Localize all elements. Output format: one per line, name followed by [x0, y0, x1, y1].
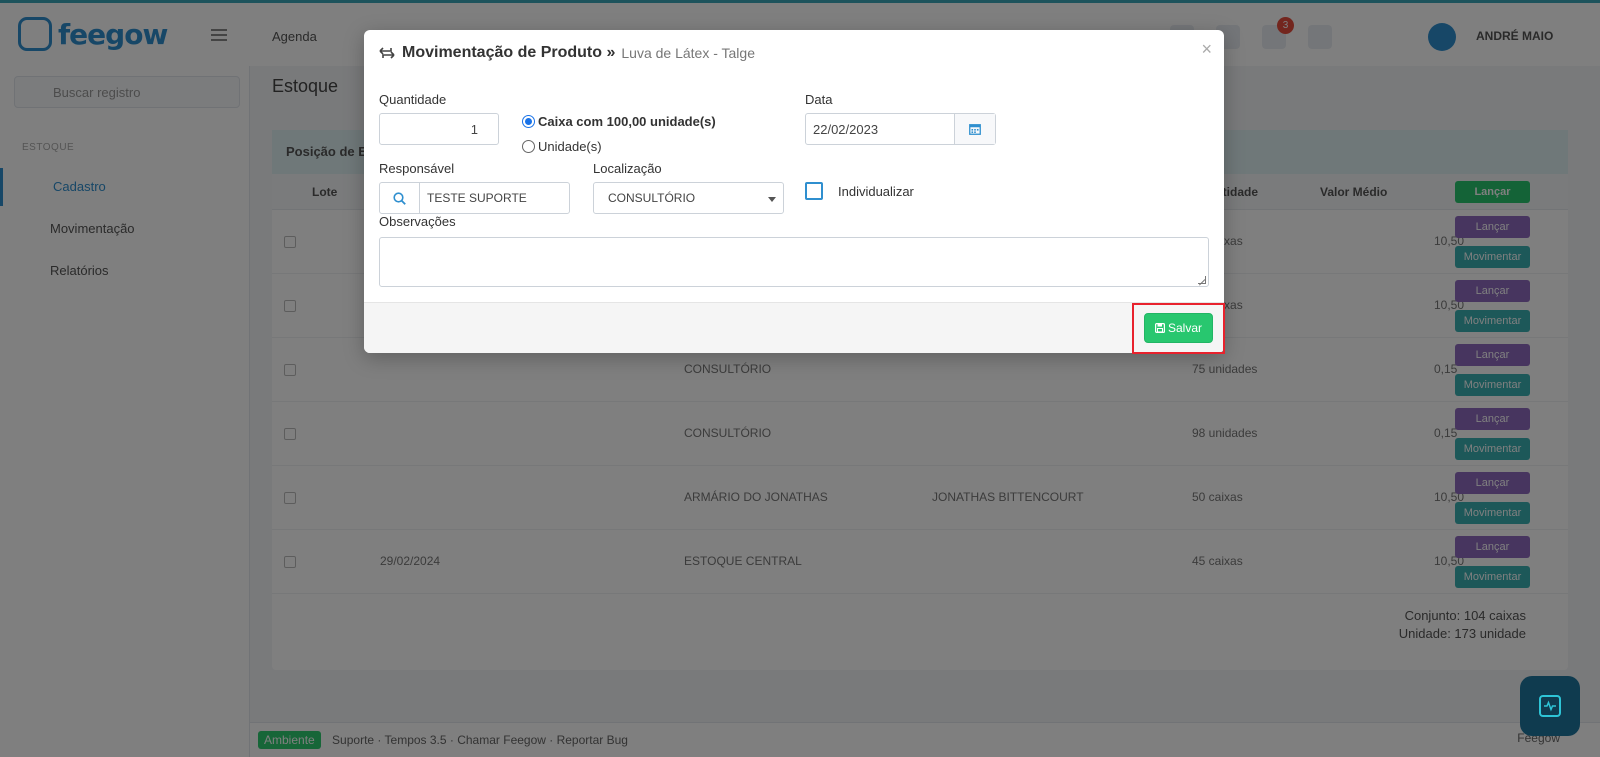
close-button[interactable]: × — [1201, 40, 1212, 58]
modal-footer: Salvar — [364, 302, 1225, 354]
search-icon — [393, 191, 406, 205]
modal-subtitle: Luva de Látex - Talge — [621, 45, 755, 61]
responsible-field: TESTE SUPORTE — [379, 182, 570, 214]
notes-label: Observações — [379, 214, 456, 229]
modal-header: Movimentação de Produto » Luva de Látex … — [378, 44, 755, 62]
radio-option-unit[interactable]: Unidade(s) — [522, 139, 602, 154]
responsible-label: Responsável — [379, 161, 455, 176]
swap-arrows-icon — [379, 47, 395, 59]
location-select-value: CONSULTÓRIO — [608, 191, 696, 205]
resize-handle-icon[interactable] — [1198, 276, 1206, 284]
save-button[interactable]: Salvar — [1144, 313, 1213, 343]
floppy-disk-icon — [1154, 323, 1165, 333]
responsible-input[interactable]: TESTE SUPORTE — [420, 183, 527, 213]
calendar-button[interactable] — [955, 114, 995, 144]
quantity-label: Quantidade — [379, 92, 447, 107]
date-field: 22/02/2023 — [805, 113, 996, 145]
radio-single-unit[interactable] — [522, 140, 535, 153]
quantity-input[interactable]: 1 — [379, 113, 499, 145]
date-label: Data — [805, 92, 833, 107]
calendar-icon — [969, 124, 982, 135]
movement-modal: Movimentação de Produto » Luva de Látex … — [364, 30, 1225, 354]
modal-title: Movimentação de Produto » — [402, 44, 616, 61]
location-label: Localização — [593, 161, 662, 176]
radio-box-unit[interactable] — [522, 115, 535, 128]
radio-box-label: Caixa com 100,00 unidade(s) — [538, 114, 716, 129]
chevron-down-icon — [768, 197, 776, 202]
radio-unit-label: Unidade(s) — [538, 139, 602, 154]
support-chat-button[interactable] — [1520, 676, 1580, 736]
radio-option-box[interactable]: Caixa com 100,00 unidade(s) — [522, 114, 716, 129]
individualize-label[interactable]: Individualizar — [838, 184, 914, 199]
notes-textarea[interactable] — [379, 237, 1209, 287]
support-chat-icon — [1539, 695, 1561, 717]
responsible-search-button[interactable] — [380, 183, 420, 213]
location-select[interactable]: CONSULTÓRIO — [593, 182, 784, 214]
save-button-label: Salvar — [1167, 321, 1202, 335]
individualize-checkbox[interactable] — [805, 182, 823, 200]
date-input[interactable]: 22/02/2023 — [806, 114, 956, 144]
